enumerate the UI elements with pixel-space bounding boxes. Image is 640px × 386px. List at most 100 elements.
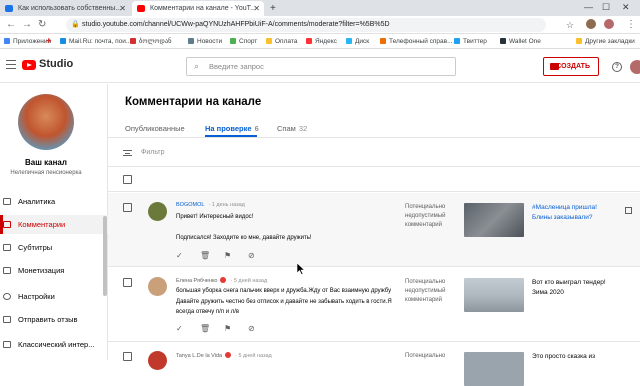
comment-text: большая уборка снега пальчик вверх и дру… [176,288,392,315]
search-input[interactable]: ⌕ Введите запрос [186,57,456,76]
comment-checkbox[interactable] [123,203,132,212]
filter-input[interactable]: Фильтр [141,149,165,156]
comment-row: Елена Рябченко · 5 дней назад большая убо… [108,268,640,342]
commenter-avatar[interactable] [148,351,167,370]
approve-check-icon[interactable]: ✓ [176,252,183,260]
feedback-icon [3,316,11,323]
hide-user-block-icon[interactable]: ⊘ [248,252,255,260]
comment-author[interactable]: Tanya L.De la Vida · 5 дней назад [176,352,272,359]
channel-badge-icon [225,352,232,358]
delete-trash-icon[interactable]: 🗑 [200,252,210,260]
phone-icon [380,38,386,44]
minimize-icon[interactable]: — [584,0,593,15]
bookmark-sport[interactable]: Спорт [230,34,257,49]
filter-bar[interactable]: Фильтр [108,139,640,167]
address-bar-row: ← → ↻ 🔒 studio.youtube.com/channel/UCWw-… [0,16,640,34]
sidebar-item-feedback[interactable]: Отправить отзыв [0,310,108,329]
studio-logo-text[interactable]: Studio [39,58,73,70]
new-tab-button[interactable]: + [266,1,282,16]
twitter-icon [454,38,460,44]
close-tab-icon[interactable]: ✕ [253,1,260,16]
sidebar-item-settings[interactable]: Настройки [0,287,108,306]
report-flag-icon[interactable]: ⚑ [224,252,231,260]
approve-check-icon[interactable]: ✓ [176,325,183,333]
filter-icon[interactable] [123,150,132,156]
bookmark-yandex[interactable]: Яндекс [306,34,337,49]
open-external-icon[interactable] [625,207,632,214]
sport-icon [230,38,236,44]
back-icon[interactable]: ← [6,18,16,32]
bookmark-mailru[interactable]: Mail.Ru: почта, пои... [60,34,131,49]
bookmark-flag[interactable]: ✚ [46,34,51,49]
commenter-avatar[interactable] [148,202,167,221]
video-title[interactable]: Это просто сказка из [532,352,614,362]
close-window-icon[interactable]: ✕ [622,0,630,15]
video-thumbnail[interactable] [464,203,524,237]
tab-spam[interactable]: Спам 32 [277,124,307,133]
extension-icon[interactable] [586,19,596,29]
tab-published[interactable]: Опубликованные [125,124,185,133]
reload-icon[interactable]: ↻ [38,18,46,32]
monetization-icon [3,267,11,274]
bookmark-walletone[interactable]: Wallet One [500,34,541,49]
comment-checkbox[interactable] [123,278,132,287]
close-tab-icon[interactable]: ✕ [119,1,126,16]
bookmarks-bar: Приложения ✚ Mail.Ru: почта, пои... ბოლო… [0,34,640,49]
browser-tab-1[interactable]: Как использовать собственны... ✕ [0,1,130,16]
mouse-cursor-icon [297,263,305,275]
address-input[interactable]: 🔒 studio.youtube.com/channel/UCWw-paQYNU… [66,18,546,32]
maximize-icon[interactable]: ☐ [602,0,610,15]
sidebar-item-monetization[interactable]: Монетизация [0,261,108,280]
subtitles-icon [3,244,11,251]
bookmark-disk[interactable]: Диск [346,34,369,49]
analytics-icon [3,198,11,205]
youtube-logo-icon[interactable] [22,60,36,70]
news-icon [188,38,194,44]
disk-icon [346,38,352,44]
youtube-favicon-icon [137,5,145,12]
delete-trash-icon[interactable]: 🗑 [200,325,210,333]
sidebar-item-comments[interactable]: Комментарии [0,215,108,234]
account-avatar[interactable] [630,60,640,74]
sidebar-scrollbar[interactable] [103,216,107,296]
star-icon[interactable]: ☆ [566,18,574,32]
sidebar-item-subtitles[interactable]: Субтитры [0,238,108,257]
folder-icon [576,38,582,44]
browser-tab-2[interactable]: Комментарии на канале - YouT... ✕ [132,1,264,16]
forward-icon[interactable]: → [22,18,32,32]
report-flag-icon[interactable]: ⚑ [224,325,231,333]
tab-held-for-review[interactable]: На проверке 6 [205,124,259,133]
commenter-avatar[interactable] [148,277,167,296]
bookmark-phonebook[interactable]: Телефонный справ... [380,34,453,49]
search-icon: ⌕ [194,61,200,71]
bookmark-other[interactable]: Другие закладки [576,34,635,49]
channel-avatar[interactable] [18,94,74,150]
sidebar: Ваш канал Нелепичная пенсионерка Аналити… [0,84,108,360]
video-title[interactable]: Вот кто выиграл тендер! Зима 2020 [532,278,614,298]
video-thumbnail[interactable] [464,278,524,312]
create-button[interactable]: СОЗДАТЬ [543,57,599,76]
studio-header: Studio ⌕ Введите запрос СОЗДАТЬ ? [0,50,640,83]
comment-author[interactable]: BOGOMOL · 1 день назад [176,202,245,208]
sidebar-item-classic[interactable]: Классический интер... [0,335,108,354]
sidebar-item-analytics[interactable]: Аналитика [0,192,108,211]
bookmark-twitter[interactable]: Твиттер [454,34,487,49]
help-icon[interactable]: ? [612,62,622,72]
bookmark-payment[interactable]: Оплата [266,34,297,49]
bookmark-news[interactable]: Новости [188,34,222,49]
gear-icon [3,293,11,300]
video-thumbnail[interactable] [464,352,524,386]
video-title[interactable]: #Масленица пришла! Блины заказывали? [532,203,614,223]
hamburger-menu-icon[interactable] [6,60,16,69]
profile-icon[interactable] [604,19,614,29]
select-all-checkbox[interactable] [123,175,132,184]
comment-author[interactable]: Елена Рябченко · 5 дней назад [176,277,267,284]
camera-icon [550,63,559,70]
wallet-icon [500,38,506,44]
menu-dots-icon[interactable]: ⋮ [626,18,636,32]
page-title: Комментарии на канале [125,96,262,108]
hide-user-block-icon[interactable]: ⊘ [248,325,255,333]
classic-icon [3,341,11,348]
bookmark-apps[interactable]: Приложения [4,34,51,49]
bookmark-georgian[interactable]: ბოლოდან [130,34,172,49]
